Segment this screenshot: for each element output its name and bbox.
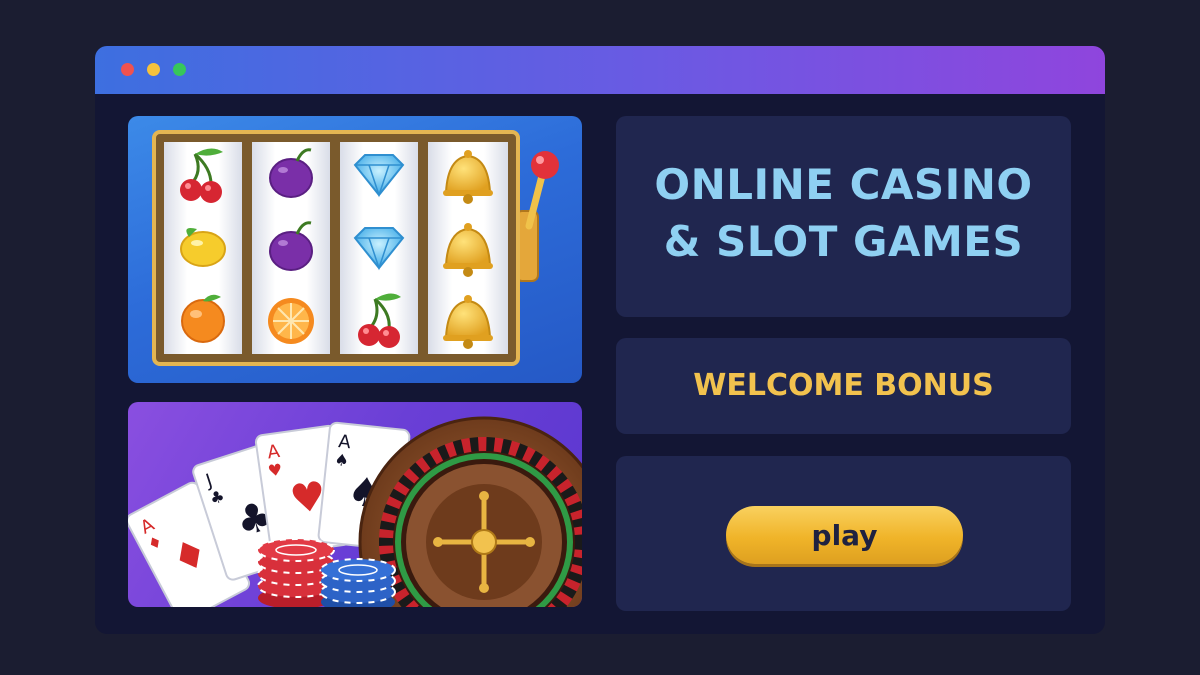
welcome-bonus-label: WELCOME BONUS: [693, 368, 994, 403]
slot-machine-illustration: [152, 130, 559, 366]
close-window-button[interactable]: [121, 63, 134, 76]
title-line-2: & SLOT GAMES: [663, 217, 1024, 266]
slot-lever-icon: [515, 151, 559, 282]
browser-window: A ♦ ♦ J ♣ ♣ A ♥ ♥ A ♠ ♠ ONLINE CASINO & …: [95, 46, 1105, 634]
orange-slice-icon: [268, 298, 314, 344]
minimize-window-button[interactable]: [147, 63, 160, 76]
window-titlebar: [95, 46, 1105, 94]
svg-text:♠: ♠: [334, 450, 350, 470]
play-button[interactable]: play: [726, 506, 963, 564]
welcome-bonus-card[interactable]: WELCOME BONUS: [616, 338, 1071, 434]
maximize-window-button[interactable]: [173, 63, 186, 76]
page-title: ONLINE CASINO & SLOT GAMES: [616, 156, 1071, 270]
title-line-1: ONLINE CASINO: [654, 160, 1033, 209]
play-card: play: [616, 456, 1071, 611]
table-games-banner[interactable]: A ♦ ♦ J ♣ ♣ A ♥ ♥ A ♠ ♠: [128, 402, 582, 607]
table-games-illustration: A ♦ ♦ J ♣ ♣ A ♥ ♥ A ♠ ♠: [128, 416, 582, 607]
headline-card: ONLINE CASINO & SLOT GAMES: [616, 116, 1071, 317]
blue-chip-stack-icon: [320, 558, 396, 607]
svg-text:♥: ♥: [267, 460, 284, 481]
slot-machine-banner[interactable]: [128, 116, 582, 383]
